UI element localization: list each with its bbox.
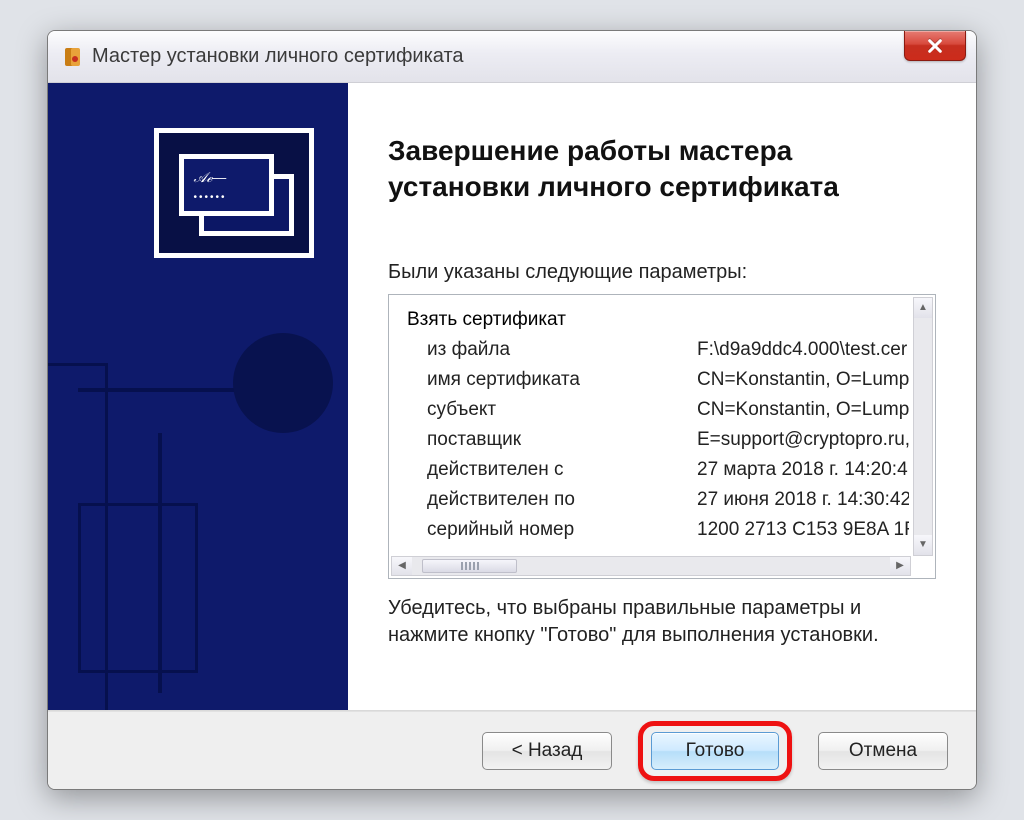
finish-highlight: Готово	[638, 721, 792, 781]
hint-text: Убедитесь, что выбраны правильные параме…	[388, 595, 936, 649]
param-row: субъект CN=Konstantin, O=Lumpic	[407, 395, 909, 425]
back-button[interactable]: < Назад	[482, 732, 612, 770]
param-key: действителен с	[427, 459, 697, 481]
horizontal-scrollbar[interactable]: ◀ ▶	[391, 556, 911, 576]
parameters-box: Взять сертификат из файла F:\d9a9ddc4.00…	[388, 294, 936, 579]
window-body: 𝒜ℯ— •••••• Завершение работы мастера уст…	[48, 83, 976, 789]
certificate-icon: 𝒜ℯ— ••••••	[154, 128, 314, 258]
param-row: действителен по 27 июня 2018 г. 14:30:42	[407, 485, 909, 515]
param-val: 27 марта 2018 г. 14:20:4	[697, 459, 909, 481]
param-val: 1200 2713 C153 9E8A 1F	[697, 519, 909, 541]
parameters-list: Взять сертификат из файла F:\d9a9ddc4.00…	[389, 295, 935, 578]
param-header: Взять сертификат	[407, 305, 909, 335]
param-val: E=support@cryptopro.ru, C	[697, 429, 909, 451]
param-val: 27 июня 2018 г. 14:30:42	[697, 489, 909, 511]
param-row: имя сертификата CN=Konstantin, O=Lumpic	[407, 365, 909, 395]
param-key: имя сертификата	[427, 369, 697, 391]
finish-button[interactable]: Готово	[651, 732, 779, 770]
param-row: из файла F:\d9a9ddc4.000\test.cer	[407, 335, 909, 365]
param-row: серийный номер 1200 2713 C153 9E8A 1F	[407, 515, 909, 545]
close-button[interactable]	[904, 31, 966, 61]
wizard-content: Завершение работы мастера установки личн…	[348, 83, 976, 710]
titlebar: Мастер установки личного сертификата	[48, 31, 976, 83]
wizard-sidebar: 𝒜ℯ— ••••••	[48, 83, 348, 710]
scroll-up-icon[interactable]: ▲	[914, 298, 932, 318]
param-val: F:\d9a9ddc4.000\test.cer	[697, 339, 909, 361]
param-val: CN=Konstantin, O=Lumpic	[697, 369, 909, 391]
intro-text: Были указаны следующие параметры:	[388, 261, 936, 284]
window-title: Мастер установки личного сертификата	[92, 45, 464, 68]
param-key: действителен по	[427, 489, 697, 511]
cancel-button[interactable]: Отмена	[818, 732, 948, 770]
param-key: субъект	[427, 399, 697, 421]
scroll-left-icon[interactable]: ◀	[392, 557, 412, 575]
param-row: поставщик E=support@cryptopro.ru, C	[407, 425, 909, 455]
scroll-down-icon[interactable]: ▼	[914, 535, 932, 555]
param-key: серийный номер	[427, 519, 697, 541]
param-row: действителен с 27 марта 2018 г. 14:20:4	[407, 455, 909, 485]
param-header-label: Взять сертификат	[407, 309, 566, 331]
scroll-right-icon[interactable]: ▶	[890, 557, 910, 575]
wizard-footer: < Назад Готово Отмена	[48, 711, 976, 789]
vertical-scrollbar[interactable]: ▲ ▼	[913, 297, 933, 556]
scroll-thumb[interactable]	[422, 559, 517, 573]
param-val: CN=Konstantin, O=Lumpic	[697, 399, 909, 421]
seal-icon	[233, 333, 333, 433]
param-key: из файла	[427, 339, 697, 361]
param-key: поставщик	[427, 429, 697, 451]
wizard-upper: 𝒜ℯ— •••••• Завершение работы мастера уст…	[48, 83, 976, 711]
wizard-window: Мастер установки личного сертификата 𝒜ℯ—…	[47, 30, 977, 790]
page-heading: Завершение работы мастера установки личн…	[388, 133, 936, 206]
app-icon	[62, 47, 82, 67]
